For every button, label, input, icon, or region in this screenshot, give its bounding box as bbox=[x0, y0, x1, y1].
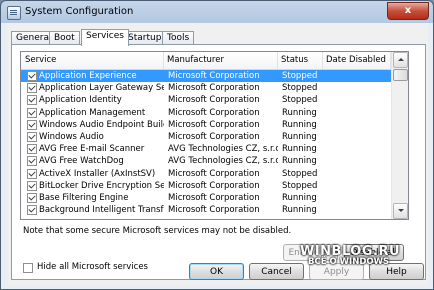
column-header-service[interactable]: Service bbox=[21, 52, 164, 69]
title-bar[interactable]: System Configuration x bbox=[1, 1, 433, 23]
tab-services[interactable]: Services bbox=[81, 29, 129, 46]
services-rows: Application Experience Microsoft Corporat… bbox=[21, 70, 391, 216]
service-status: Running bbox=[282, 131, 317, 142]
service-name: Windows Audio bbox=[39, 131, 104, 142]
watermark-line-2: ВСЁ О WINDOWS bbox=[308, 257, 390, 267]
service-manufacturer: Microsoft Corporation bbox=[168, 131, 260, 142]
service-name: Application Experience bbox=[39, 71, 137, 81]
tab-tools[interactable]: Tools bbox=[162, 31, 195, 45]
service-status: Running bbox=[282, 192, 317, 203]
service-enabled-checkbox[interactable] bbox=[27, 192, 37, 203]
service-enabled-checkbox[interactable] bbox=[27, 83, 37, 94]
scroll-down-button[interactable] bbox=[393, 203, 408, 219]
cancel-button[interactable]: Cancel bbox=[249, 263, 304, 280]
ok-button[interactable]: OK bbox=[189, 263, 244, 280]
service-manufacturer: Microsoft Corporation bbox=[168, 180, 260, 191]
table-row[interactable]: AVG Free E-mail Scanner AVG Technologies … bbox=[21, 143, 391, 155]
service-manufacturer: Microsoft Corporation bbox=[168, 168, 260, 179]
service-name: Base Filtering Engine bbox=[39, 192, 129, 203]
services-list[interactable]: Service Manufacturer Status Date Disable… bbox=[20, 51, 409, 220]
service-status: Running bbox=[282, 205, 317, 216]
tab-boot[interactable]: Boot bbox=[49, 31, 80, 45]
service-manufacturer: Microsoft Corporation bbox=[168, 119, 260, 130]
service-name: ActiveX Installer (AxInstSV) bbox=[39, 168, 156, 179]
scroll-up-button[interactable] bbox=[393, 52, 408, 68]
service-manufacturer: AVG Technologies CZ, s.r.o. bbox=[168, 156, 278, 167]
service-status: Stopped bbox=[282, 180, 318, 191]
hide-microsoft-services-checkbox[interactable] bbox=[23, 263, 33, 273]
table-row[interactable]: Application Experience Microsoft Corporat… bbox=[21, 70, 391, 83]
close-button[interactable]: x bbox=[387, 2, 429, 20]
service-enabled-checkbox[interactable] bbox=[27, 144, 37, 155]
service-status: Stopped bbox=[282, 95, 318, 106]
table-row[interactable]: Application Management Microsoft Corporat… bbox=[21, 107, 391, 119]
service-manufacturer: Microsoft Corporation bbox=[168, 205, 260, 216]
service-name: Background Intelligent Transfer ... bbox=[39, 205, 164, 216]
service-name: AVG Free WatchDog bbox=[39, 156, 124, 167]
table-row[interactable]: Windows Audio Endpoint Builder Microsoft … bbox=[21, 119, 391, 131]
hide-microsoft-services-label: Hide all Microsoft services bbox=[37, 262, 148, 272]
column-header-manufacturer[interactable]: Manufacturer bbox=[164, 52, 278, 69]
service-enabled-checkbox[interactable] bbox=[27, 71, 37, 81]
table-row[interactable]: Application Layer Gateway Service Microso… bbox=[21, 82, 391, 94]
msconfig-app-icon bbox=[7, 6, 21, 20]
column-header-status[interactable]: Status bbox=[278, 52, 323, 69]
service-status: Running bbox=[282, 144, 317, 155]
table-row[interactable]: Base Filtering Engine Microsoft Corporati… bbox=[21, 192, 391, 204]
winblog-watermark: WINBLOG.RU ВСЁ О WINDOWS bbox=[300, 244, 430, 267]
window-title: System Configuration bbox=[25, 6, 134, 17]
service-status: Stopped bbox=[282, 83, 318, 94]
service-enabled-checkbox[interactable] bbox=[27, 119, 37, 130]
service-enabled-checkbox[interactable] bbox=[27, 205, 37, 216]
services-list-header: Service Manufacturer Status Date Disable… bbox=[21, 52, 408, 70]
service-manufacturer: Microsoft Corporation bbox=[168, 107, 260, 118]
column-header-date-disabled[interactable]: Date Disabled bbox=[323, 52, 391, 69]
service-name: BitLocker Drive Encryption Service bbox=[39, 180, 164, 191]
tab-startup[interactable]: Startup bbox=[123, 31, 167, 45]
table-row[interactable]: ActiveX Installer (AxInstSV) Microsoft Co… bbox=[21, 168, 391, 180]
service-status: Stopped bbox=[282, 168, 318, 179]
table-row[interactable]: Application Identity Microsoft Corporatio… bbox=[21, 94, 391, 106]
scroll-thumb[interactable] bbox=[393, 69, 408, 81]
service-manufacturer: Microsoft Corporation bbox=[168, 192, 260, 203]
service-enabled-checkbox[interactable] bbox=[27, 156, 37, 167]
service-enabled-checkbox[interactable] bbox=[27, 107, 37, 118]
service-status: Running bbox=[282, 119, 317, 130]
service-enabled-checkbox[interactable] bbox=[27, 168, 37, 179]
service-manufacturer: Microsoft Corporation bbox=[168, 95, 260, 106]
table-row[interactable]: BitLocker Drive Encryption Service Micros… bbox=[21, 180, 391, 192]
service-name: Windows Audio Endpoint Builder bbox=[39, 119, 164, 130]
service-manufacturer: Microsoft Corporation bbox=[168, 71, 260, 81]
service-status: Running bbox=[282, 156, 317, 167]
service-manufacturer: AVG Technologies CZ, s.r.o. bbox=[168, 144, 278, 155]
service-enabled-checkbox[interactable] bbox=[27, 131, 37, 142]
service-status: Running bbox=[282, 107, 317, 118]
service-status: Stopped bbox=[282, 71, 318, 81]
service-name: Application Layer Gateway Service bbox=[39, 83, 164, 94]
service-enabled-checkbox[interactable] bbox=[27, 95, 37, 106]
service-name: AVG Free E-mail Scanner bbox=[39, 144, 145, 155]
vertical-scrollbar[interactable] bbox=[391, 52, 408, 219]
table-row[interactable]: Windows Audio Microsoft Corporation Runnin… bbox=[21, 131, 391, 143]
service-manufacturer: Microsoft Corporation bbox=[168, 83, 260, 94]
service-name: Application Management bbox=[39, 107, 146, 118]
table-row[interactable]: Background Intelligent Transfer ... Micro… bbox=[21, 204, 391, 216]
secure-services-note: Note that some secure Microsoft services… bbox=[23, 226, 292, 236]
service-enabled-checkbox[interactable] bbox=[27, 180, 37, 191]
service-name: Application Identity bbox=[39, 95, 122, 106]
table-row[interactable]: AVG Free WatchDog AVG Technologies CZ, s.… bbox=[21, 155, 391, 167]
